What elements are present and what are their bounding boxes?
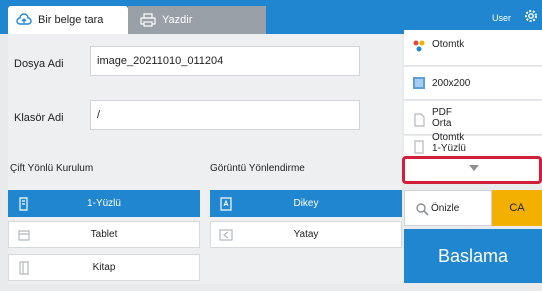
tablet-icon (18, 230, 30, 241)
landscape-icon (219, 229, 233, 241)
more-settings-button[interactable] (402, 156, 542, 184)
file-name-label: Dosya Adi (14, 58, 64, 70)
sides-line2: 1-Yüzlü (432, 143, 466, 154)
ca-label: CA (509, 202, 525, 214)
duplex-option-label: Tablet (90, 229, 118, 240)
app-window: Bir belge tara Yazdir User Dosya Adi ima… (0, 0, 542, 291)
cloud-upload-icon (16, 13, 32, 25)
printer-icon (140, 13, 156, 27)
color-mode-setting[interactable]: Otomtk (404, 30, 542, 66)
duplex-title: Çift Yönlü Kurulum (10, 163, 94, 174)
start-button[interactable]: Baslama (404, 229, 542, 283)
tab-scan-label: Bir belge tara (38, 14, 104, 26)
ca-button[interactable]: CA (492, 190, 542, 226)
chevron-down-icon (469, 165, 479, 171)
start-label: Baslama (437, 245, 509, 266)
preview-button[interactable]: Önizle (404, 190, 492, 226)
orientation-option-portrait[interactable]: Dikey (210, 190, 402, 217)
file-format-setting[interactable]: PDF Orta (404, 101, 542, 135)
orientation-option-label: Yatay (293, 229, 319, 240)
file-format-line1: PDF (432, 107, 452, 118)
duplex-option-label: 1-Yüzlü (87, 198, 121, 209)
folder-name-label: Klasör Adi (14, 112, 64, 124)
duplex-option-book[interactable]: Kitap (8, 254, 200, 281)
resolution-value: 200x200 (432, 78, 471, 89)
resolution-icon (413, 77, 425, 89)
file-format-icon (414, 113, 425, 127)
preview-icon (416, 203, 429, 216)
tab-print[interactable]: Yazdir (128, 6, 266, 34)
file-format-value: PDF Orta (432, 107, 452, 129)
file-format-line2: Orta (432, 118, 452, 129)
gear-icon[interactable] (523, 8, 539, 24)
portrait-icon (220, 197, 232, 211)
preview-label: Önizle (431, 202, 460, 214)
sides-line1: Otomtk (432, 132, 465, 143)
color-dots-icon (413, 40, 425, 52)
duplex-option-tablet[interactable]: Tablet (8, 221, 200, 248)
sides-value: Otomtk 1-Yüzlü (432, 132, 466, 154)
tab-print-label: Yazdir (162, 14, 193, 26)
duplex-option-label: Kitap (92, 262, 116, 273)
orientation-title: Görüntü Yönlendirme (210, 163, 305, 174)
user-label[interactable]: User (492, 13, 511, 23)
sides-setting[interactable]: Otomtk 1-Yüzlü (404, 132, 542, 156)
resolution-setting[interactable]: 200x200 (404, 67, 542, 100)
tab-scan[interactable]: Bir belge tara (8, 6, 128, 34)
duplex-option-one-sided[interactable]: 1-Yüzlü (8, 190, 200, 217)
file-name-field[interactable]: image_20211010_011204 (90, 46, 360, 76)
top-bar: Bir belge tara Yazdir User (0, 0, 542, 34)
orientation-option-landscape[interactable]: Yatay (210, 221, 402, 248)
one-sided-icon (19, 197, 28, 211)
color-mode-value: Otomtk (432, 39, 465, 50)
book-icon (19, 261, 29, 275)
orientation-option-label: Dikey (293, 198, 319, 209)
sides-icon (414, 140, 424, 154)
folder-name-field[interactable]: / (90, 100, 360, 130)
